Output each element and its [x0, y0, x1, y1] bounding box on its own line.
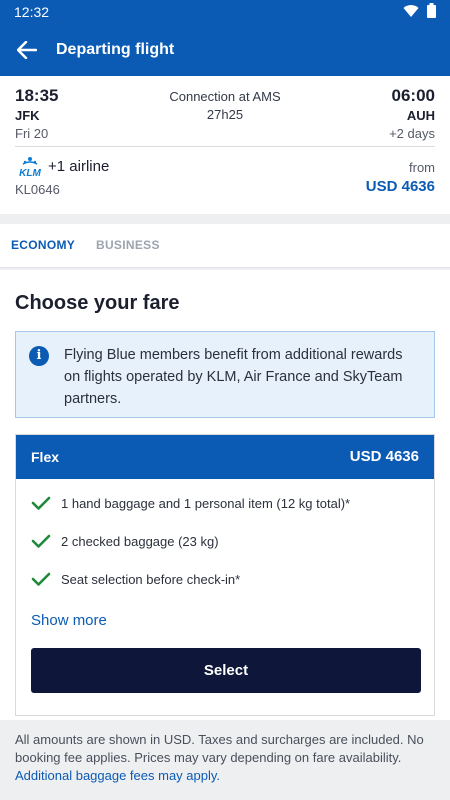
select-button[interactable]: Select — [31, 648, 421, 693]
check-icon — [31, 496, 51, 510]
footer-text: All amounts are shown in USD. Taxes and … — [15, 732, 424, 765]
app-bar: Departing flight — [0, 24, 450, 76]
fare-feature-text: 1 hand baggage and 1 personal item (12 k… — [61, 495, 351, 511]
arrival-days: +2 days — [389, 126, 435, 141]
arrival-info: 06:00 AUH +2 days — [389, 86, 435, 141]
fare-header: Flex USD 4636 — [16, 435, 434, 479]
fare-name: Flex — [31, 449, 60, 465]
price-value: USD 4636 — [365, 178, 435, 195]
check-icon — [31, 534, 51, 548]
price-prefix: from — [409, 160, 435, 175]
fare-feature-text: 2 checked baggage (23 kg) — [61, 533, 219, 549]
divider — [15, 146, 435, 147]
info-text: Flying Blue members benefit from additio… — [64, 347, 403, 407]
wifi-icon — [403, 4, 419, 21]
svg-text:KLM: KLM — [19, 168, 41, 178]
fare-price: USD 4636 — [349, 448, 419, 465]
connection-duration: 27h25 — [206, 107, 244, 122]
departure-date: Fri 20 — [15, 126, 49, 141]
tab-business[interactable]: BUSINESS — [96, 238, 160, 252]
flight-number: KL0646 — [15, 182, 60, 197]
fare-feature-text: Seat selection before check-in* — [61, 571, 241, 587]
show-more-link[interactable]: Show more — [31, 612, 107, 629]
connection-info: Connection at AMS 27h25 — [15, 88, 435, 124]
info-icon: i — [29, 346, 49, 366]
airline-row: KLM +1 airline KL0646 from USD 4636 — [15, 156, 435, 206]
arrival-airport: AUH — [406, 108, 435, 123]
cabin-tabs: ECONOMY BUSINESS — [0, 224, 450, 268]
connection-text: Connection at AMS — [169, 89, 281, 104]
check-icon — [31, 572, 51, 586]
status-time: 12:32 — [14, 4, 50, 20]
flight-summary-card[interactable]: 18:35 JFK Fri 20 Connection at AMS 27h25… — [0, 76, 450, 214]
fare-card-flex: Flex USD 4636 1 hand baggage and 1 perso… — [15, 434, 435, 716]
fare-content: Choose your fare i Flying Blue members b… — [0, 270, 450, 720]
klm-logo: KLM — [15, 156, 45, 179]
fare-feature: 2 checked baggage (23 kg) — [31, 531, 424, 551]
section-title: Choose your fare — [15, 292, 180, 314]
baggage-fees-link[interactable]: Additional baggage fees may apply. — [15, 768, 220, 783]
footer-note: All amounts are shown in USD. Taxes and … — [15, 731, 436, 785]
battery-icon — [427, 3, 436, 21]
fare-feature: 1 hand baggage and 1 personal item (12 k… — [31, 493, 424, 513]
status-bar: 12:32 — [0, 0, 450, 24]
additional-airline: +1 airline — [48, 158, 110, 175]
page-title: Departing flight — [56, 41, 175, 58]
tab-economy[interactable]: ECONOMY — [11, 238, 75, 252]
arrow-left-icon[interactable] — [14, 37, 40, 63]
arrival-time: 06:00 — [391, 86, 435, 105]
fare-feature: Seat selection before check-in* — [31, 569, 424, 589]
info-banner: i Flying Blue members benefit from addit… — [15, 331, 435, 418]
